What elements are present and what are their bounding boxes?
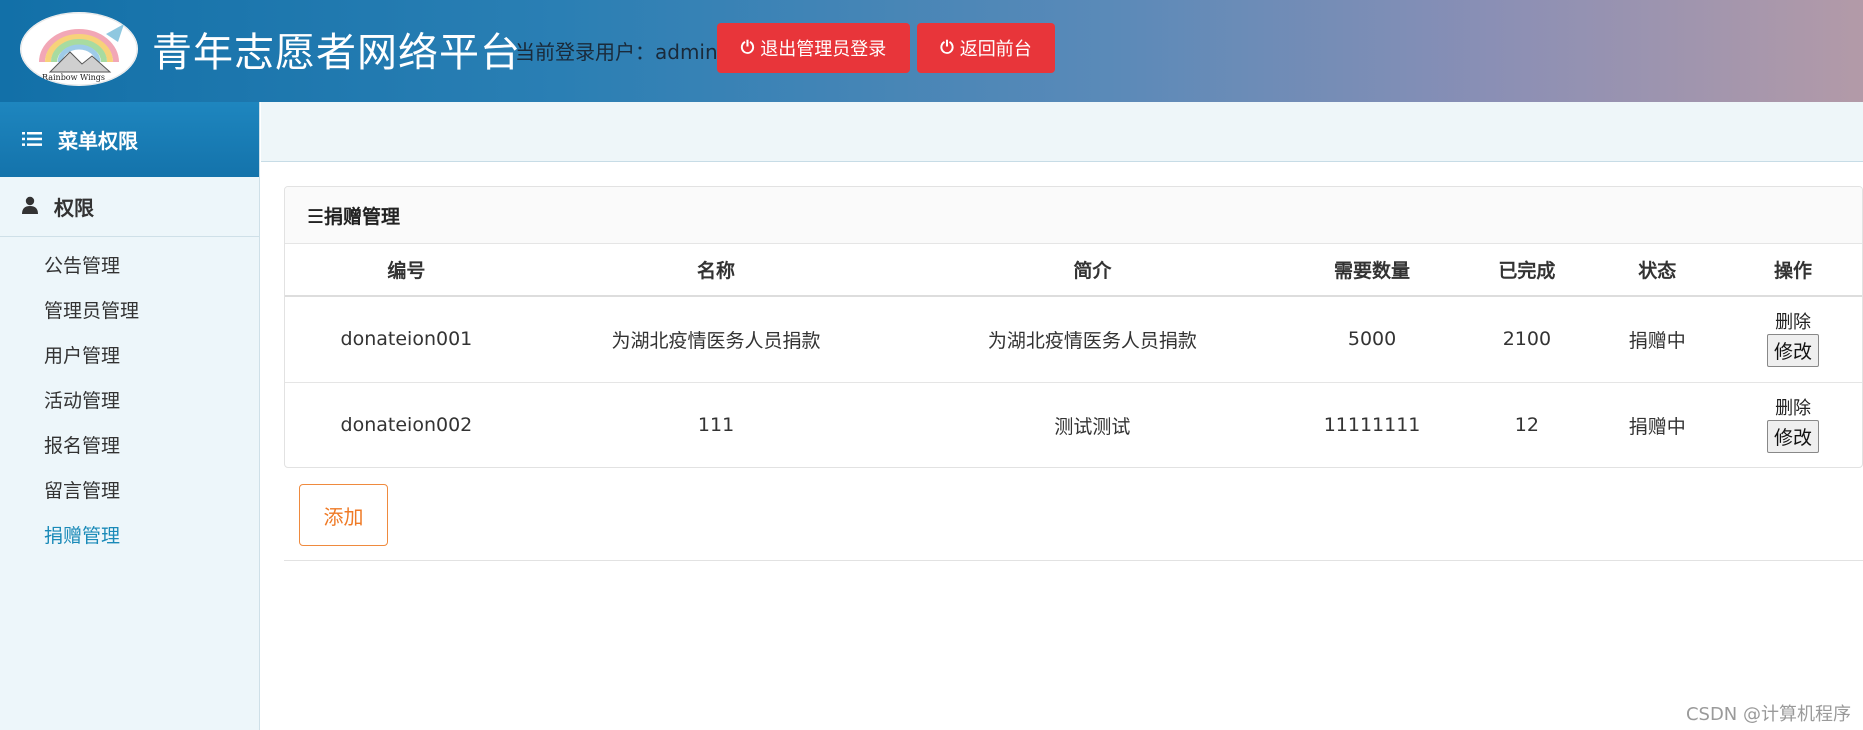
column-header-name: 名称 — [527, 244, 905, 297]
logout-admin-button[interactable]: ⏻ 退出管理员登录 — [717, 23, 910, 73]
cell-status: 捐赠中 — [1590, 296, 1725, 383]
sidebar-item-announcements[interactable]: 公告管理 — [0, 251, 259, 296]
return-front-label: 返回前台 — [959, 39, 1032, 60]
sidebar-group-permissions[interactable]: 权限 — [0, 177, 259, 237]
cell-status: 捐赠中 — [1628, 415, 1686, 438]
rainbow-wings-logo: Rainbow Wings — [20, 12, 138, 86]
column-header-need: 需要数量 — [1280, 244, 1464, 297]
add-donation-button[interactable]: 添加 — [299, 484, 388, 546]
column-header-actions: 操作 — [1724, 244, 1862, 297]
delete-link[interactable]: 删除 — [1724, 312, 1862, 334]
column-header-done: 已完成 — [1463, 244, 1591, 297]
top-header: Rainbow Wings 青年志愿者网络平台 当前登录用户：admin ⏻ 退… — [0, 0, 1863, 102]
table-row: donateion001 为湖北疫情医务人员捐款 为湖北疫情医务人员捐款 500… — [285, 296, 1862, 383]
current-user-label: 当前登录用户：admin — [515, 40, 718, 64]
sidebar-header-label: 菜单权限 — [58, 129, 138, 153]
site-title: 青年志愿者网络平台 — [152, 30, 521, 76]
edit-button[interactable]: 修改 — [1767, 333, 1820, 367]
sidebar-item-activities[interactable]: 活动管理 — [0, 386, 259, 431]
watermark: CSDN @计算机程序 — [1685, 704, 1851, 725]
sidebar-item-messages[interactable]: 留言管理 — [0, 476, 259, 521]
sidebar-item-admins[interactable]: 管理员管理 — [0, 296, 259, 341]
edit-button[interactable]: 修改 — [1767, 419, 1820, 453]
return-front-button[interactable]: ⏻ 返回前台 — [917, 23, 1055, 73]
user-icon — [22, 195, 38, 219]
delete-link[interactable]: 删除 — [1724, 398, 1862, 420]
sidebar-items: 公告管理 管理员管理 用户管理 活动管理 报名管理 留言管理 捐赠管理 — [0, 237, 259, 566]
sidebar: 菜单权限 权限 公告管理 管理员管理 用户管理 活动管理 报名管理 留言管理 捐… — [0, 102, 260, 730]
logo-text: Rainbow Wings — [42, 73, 105, 82]
cell-actions: 删除 修改 — [1724, 296, 1862, 383]
table-header-row: 编号 名称 简介 需要数量 已完成 状态 操作 — [285, 244, 1862, 297]
cell-done: 12 — [1514, 414, 1539, 437]
cell-need: 5000 — [1280, 296, 1464, 383]
cell-name: 为湖北疫情医务人员捐款 — [527, 296, 905, 383]
cell-actions: 删除 修改 — [1724, 382, 1862, 467]
sidebar-group-label: 权限 — [54, 196, 94, 220]
panel-title: ☰捐赠管理 — [285, 187, 1862, 244]
cell-need: 11111111 — [1323, 414, 1421, 437]
power-icon: ⏻ — [740, 38, 755, 58]
cell-name: 111 — [697, 414, 735, 437]
content-divider — [284, 560, 1863, 561]
cell-id: donateion002 — [340, 414, 473, 437]
donation-table: 编号 名称 简介 需要数量 已完成 状态 操作 donateion001 为湖北… — [285, 244, 1862, 467]
cell-done: 2100 — [1463, 296, 1591, 383]
sidebar-item-users[interactable]: 用户管理 — [0, 341, 259, 386]
column-header-desc: 简介 — [904, 244, 1281, 297]
cell-desc: 测试测试 — [1054, 415, 1131, 438]
column-header-status: 状态 — [1590, 244, 1725, 297]
list-icon — [22, 128, 42, 152]
cell-desc: 为湖北疫情医务人员捐款 — [904, 296, 1281, 383]
table-row: donateion002 111 测试测试 11111111 12 捐赠中 删除… — [285, 382, 1862, 467]
sidebar-item-registrations[interactable]: 报名管理 — [0, 431, 259, 476]
logout-admin-label: 退出管理员登录 — [760, 39, 887, 60]
donation-panel: ☰捐赠管理 编号 名称 简介 需要数量 已完成 状态 操作 donateion0… — [284, 186, 1863, 468]
main-top-strip — [261, 102, 1863, 162]
power-icon: ⏻ — [940, 38, 954, 58]
sidebar-item-donations[interactable]: 捐赠管理 — [0, 521, 259, 566]
sidebar-menu-header[interactable]: 菜单权限 — [0, 102, 259, 177]
cell-id: donateion001 — [285, 296, 528, 383]
column-header-id: 编号 — [285, 244, 528, 297]
